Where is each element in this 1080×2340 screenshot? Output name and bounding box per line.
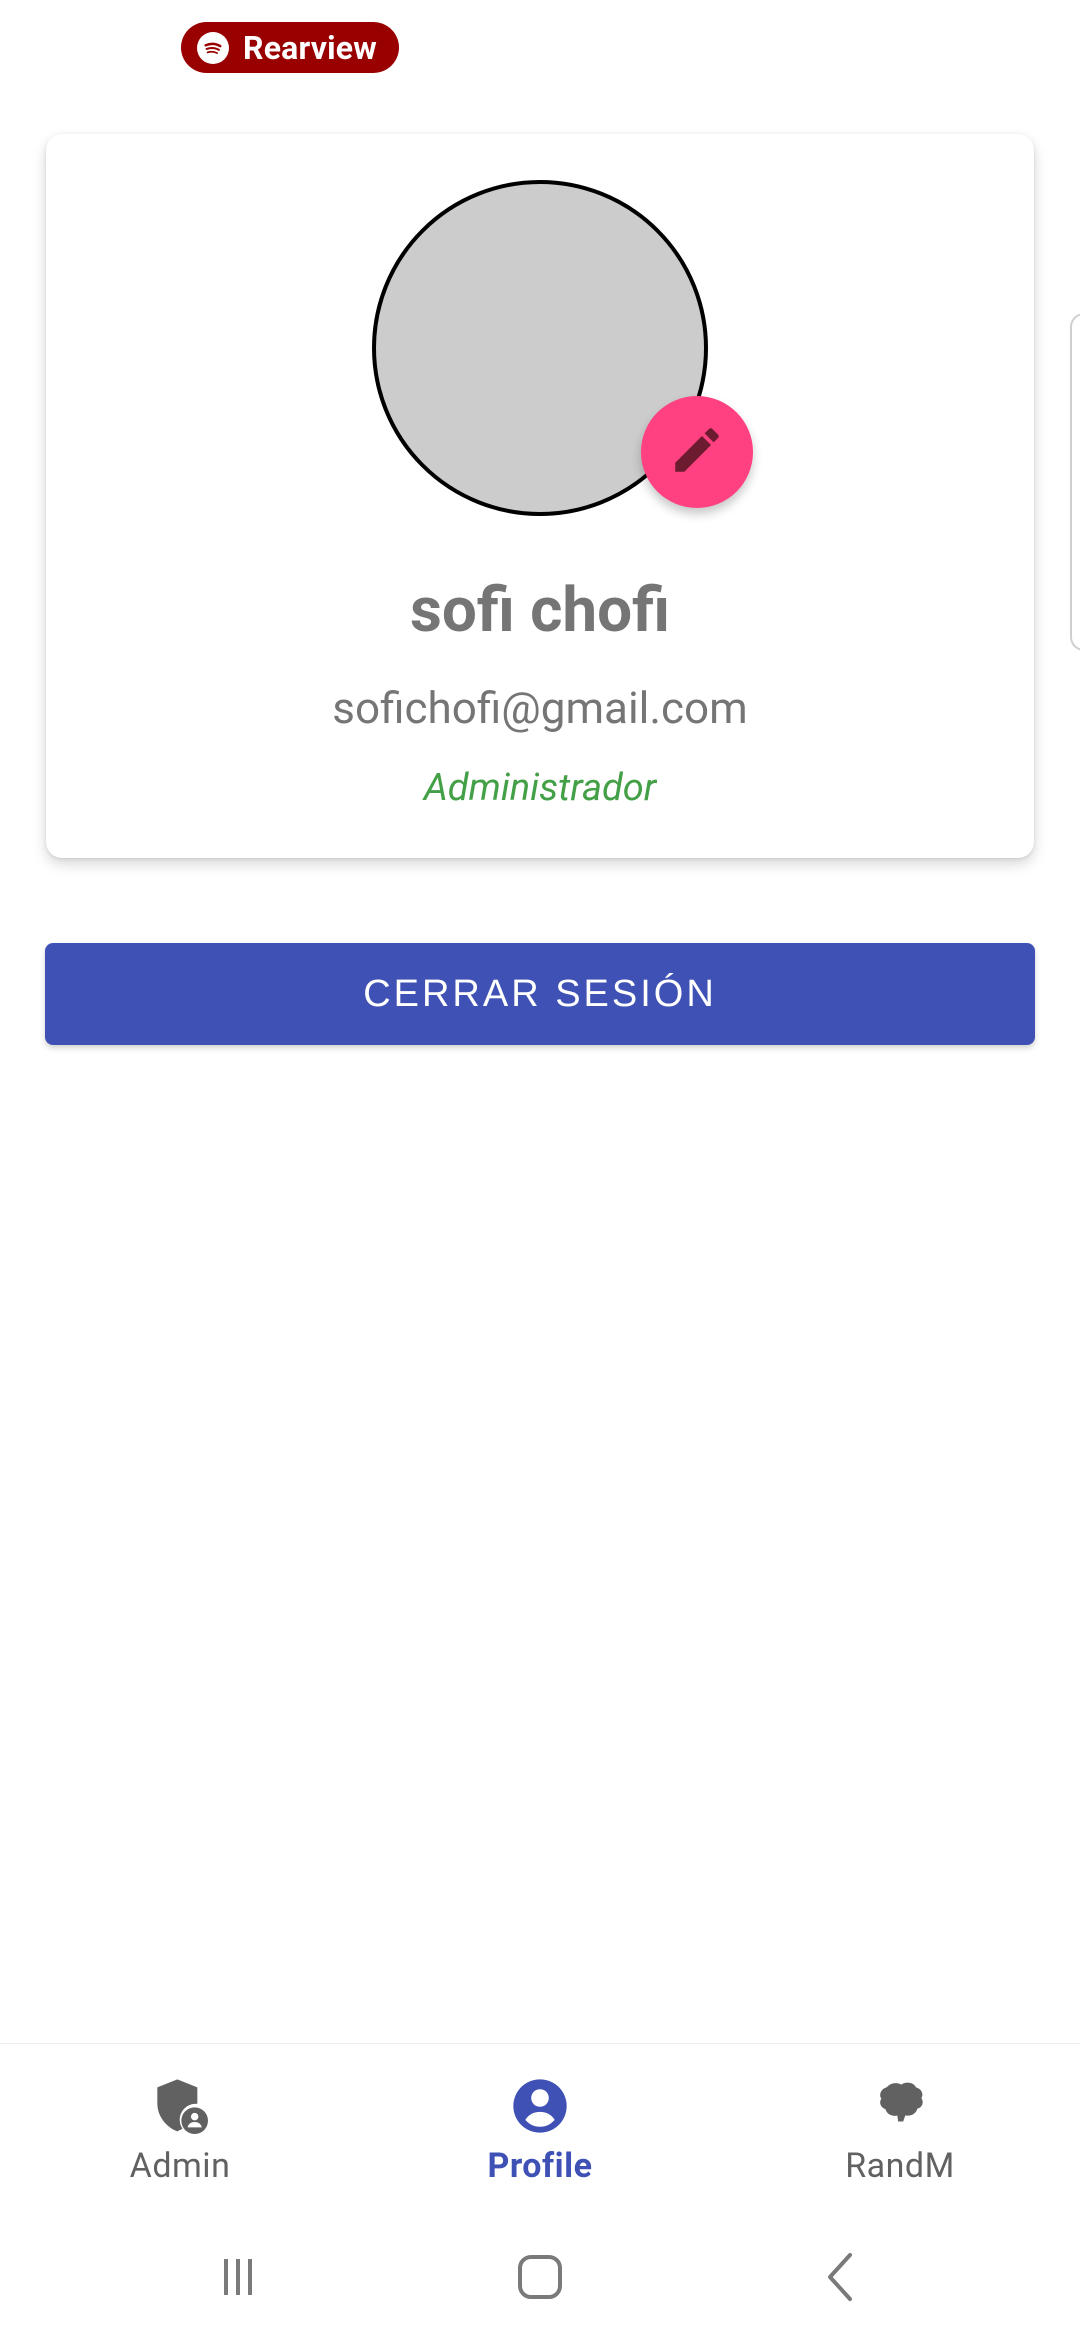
nav-item-admin[interactable]: Admin	[0, 2044, 360, 2208]
nav-item-profile[interactable]: Profile	[360, 2044, 720, 2208]
home-icon[interactable]	[500, 2237, 580, 2317]
media-status-pill[interactable]: Rearview	[181, 22, 399, 73]
profile-email: sofichofi@gmail.com	[332, 682, 748, 734]
profile-role: Administrador	[423, 766, 657, 810]
account-circle-icon	[508, 2074, 572, 2138]
spotify-icon	[197, 31, 229, 64]
nav-label-profile: Profile	[487, 2146, 593, 2186]
back-icon[interactable]	[802, 2237, 882, 2317]
profile-name: sofi chofi	[410, 574, 670, 647]
bottom-navigation: Admin Profile RandM	[0, 2043, 1080, 2208]
randm-icon	[868, 2074, 932, 2138]
edit-avatar-button[interactable]	[641, 396, 753, 508]
pencil-icon	[668, 421, 726, 483]
status-pill-label: Rearview	[243, 28, 377, 67]
logout-button[interactable]: CERRAR SESIÓN	[45, 943, 1035, 1045]
edge-panel-handle[interactable]	[1070, 313, 1080, 651]
recent-apps-icon[interactable]	[198, 2237, 278, 2317]
nav-label-randm: RandM	[845, 2146, 955, 2186]
admin-shield-icon	[148, 2074, 212, 2138]
nav-label-admin: Admin	[129, 2146, 231, 2186]
profile-card: sofi chofi sofichofi@gmail.com Administr…	[46, 134, 1034, 858]
nav-item-randm[interactable]: RandM	[720, 2044, 1080, 2208]
system-navigation-bar	[0, 2207, 1080, 2340]
